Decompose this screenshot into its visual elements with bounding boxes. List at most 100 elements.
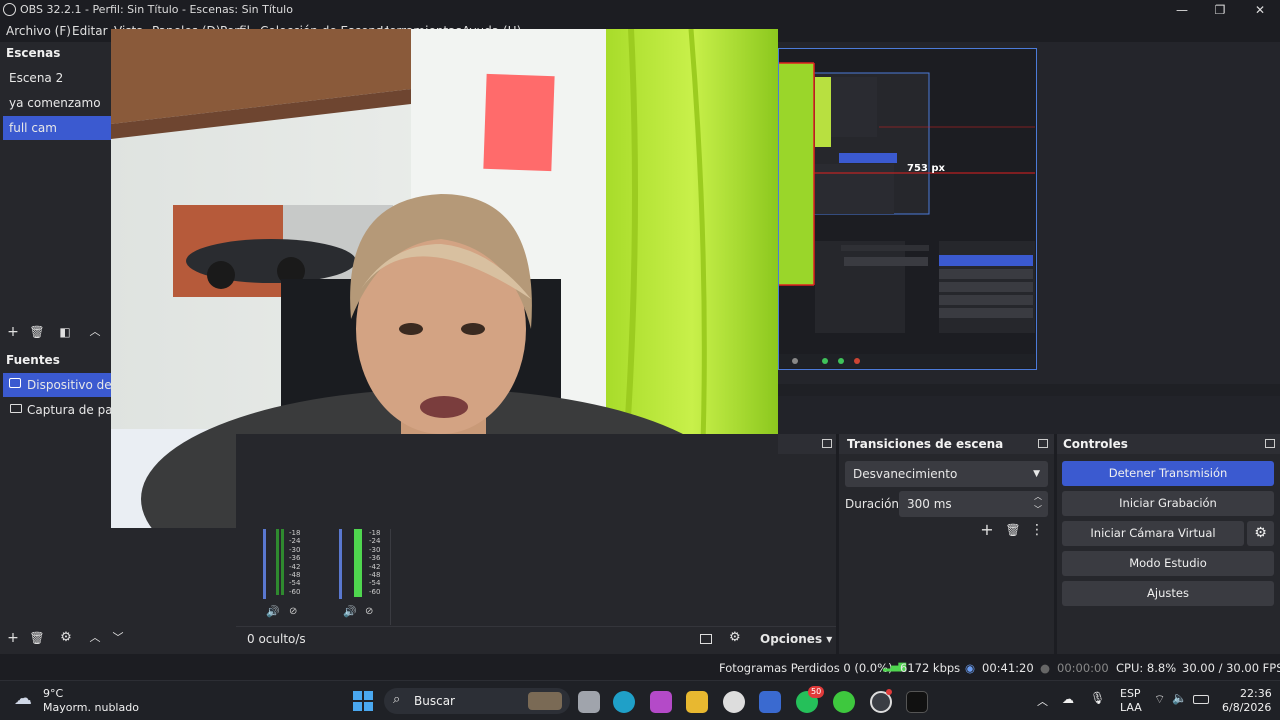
virtualcam-settings-gear-icon[interactable]: ⚙ [1247, 521, 1274, 546]
settings-button[interactable]: Ajustes [1062, 581, 1274, 606]
remove-source-icon[interactable]: 🗑 [28, 629, 46, 647]
close-button[interactable]: ✕ [1240, 0, 1280, 20]
start-virtualcam-button[interactable]: Iniciar Cámara Virtual [1062, 521, 1244, 546]
dock-tab-bar [778, 396, 1280, 434]
mixer-footer: 0 oculto/s ⚙ Opciones ▾ [236, 626, 836, 652]
edge-browser-icon[interactable] [613, 691, 635, 713]
scenes-dock: Escenas Escena 2 ya comenzamo full cam +… [0, 42, 111, 348]
cpu-usage: CPU: 8.8% [1116, 661, 1177, 675]
transitions-title: Transiciones de escena [847, 437, 1004, 451]
volume-icon[interactable]: 🔊 [343, 605, 357, 618]
status-bar: Fotogramas Perdidos 0 (0.0%) ▂▄▆ 6172 kb… [0, 656, 1280, 680]
line-app-icon[interactable] [833, 691, 855, 713]
windows-taskbar: ☁ 9°C Mayorm. nublado ⌕ Buscar 50 ︿ ☁ 🎙 … [0, 680, 1280, 720]
meter-channel-1-right2 [281, 529, 284, 595]
transition-menu-icon[interactable]: ⋮ [1028, 521, 1046, 539]
search-placeholder: Buscar [414, 694, 455, 708]
meter-channel-1-right [276, 529, 279, 595]
sources-title: Fuentes [6, 353, 60, 367]
audio-settings-icon[interactable]: ⊘ [289, 606, 297, 617]
speaker-icon[interactable]: 🔈 [1172, 691, 1187, 705]
tray-chevron-up-icon[interactable]: ︿ [1037, 693, 1048, 709]
meter-channel-1-left [263, 529, 266, 599]
mixer-options-button[interactable]: Opciones ▾ [760, 632, 832, 646]
task-view-icon[interactable] [578, 691, 600, 713]
mixer-undock-icon[interactable] [822, 439, 832, 448]
add-transition-icon[interactable]: + [978, 521, 996, 539]
scene-item-escena-2[interactable]: Escena 2 [0, 66, 111, 90]
dropped-frames: Fotogramas Perdidos 0 (0.0%) [719, 661, 893, 675]
volume-icon[interactable]: 🔊 [266, 605, 280, 618]
studio-mode-button[interactable]: Modo Estudio [1062, 551, 1274, 576]
scene-item-full-cam[interactable]: full cam [3, 116, 111, 140]
mixer-advanced-icon[interactable]: ⚙ [729, 630, 741, 645]
mixer-layout-icon[interactable] [700, 634, 712, 644]
onedrive-cloud-icon[interactable]: ☁ [1062, 692, 1074, 706]
record-time: 00:00:00 [1057, 661, 1109, 675]
sources-dock: Fuentes Dispositivo de captura de vídeo … [0, 348, 111, 528]
recording-dot-icon [886, 689, 892, 695]
transitions-undock-icon[interactable] [1038, 439, 1048, 448]
source-label: Captura de pantalla [27, 403, 111, 417]
stop-stream-button[interactable]: Detener Transmisión [1062, 461, 1274, 486]
maximize-button[interactable]: ❐ [1200, 0, 1240, 20]
source-properties-icon[interactable]: ⚙ [57, 629, 75, 647]
copilot-icon[interactable] [650, 691, 672, 713]
add-source-icon[interactable]: + [4, 629, 22, 647]
minimize-button[interactable]: — [1162, 0, 1202, 20]
move-scene-up-icon[interactable]: ︿ [86, 323, 104, 341]
obs-logo-icon [3, 3, 16, 16]
tiktok-icon[interactable] [906, 691, 928, 713]
clock-date[interactable]: 6/8/2026 [1222, 701, 1271, 714]
microphone-icon[interactable]: 🎙 [1090, 691, 1105, 705]
move-source-down-icon[interactable]: ﹀ [109, 629, 127, 647]
source-label: Dispositivo de captura de vídeo [27, 378, 111, 392]
transition-select[interactable]: Desvanecimiento ▼ [845, 461, 1048, 487]
move-source-up-icon[interactable]: ︿ [86, 629, 104, 647]
record-status-icon: ● [1040, 661, 1051, 675]
measure-label: 753 px [907, 163, 946, 174]
meter-ticks-1: -18 -24 -30 -36 -42 -48 -54 -60 [289, 529, 301, 596]
language-bottom[interactable]: LAA [1120, 701, 1142, 714]
weather-desc[interactable]: Mayorm. nublado [43, 701, 139, 714]
battery-icon[interactable] [1193, 695, 1209, 704]
fps: 30.00 / 30.00 FPS [1182, 661, 1280, 675]
screen-capture-preview[interactable]: 753 px [778, 48, 1037, 370]
audio-settings-icon[interactable]: ⊘ [365, 606, 373, 617]
menu-archivo[interactable]: Archivo (F) [6, 24, 71, 38]
add-scene-icon[interactable]: + [4, 323, 22, 341]
scene-item-ya-comenzamo[interactable]: ya comenzamo [0, 91, 111, 115]
stream-time: 00:41:20 [982, 661, 1034, 675]
weather-temp[interactable]: 9°C [43, 687, 63, 700]
spin-down-icon[interactable]: ﹀ [1034, 497, 1042, 523]
menu-editar[interactable]: Editar [72, 24, 108, 38]
weather-cloud-icon[interactable]: ☁ [14, 688, 32, 709]
windows-start-icon[interactable] [353, 691, 373, 711]
audio-meters: -18 -24 -30 -36 -42 -48 -54 -60 -18 -24 -30 -36 -42… [236, 529, 392, 625]
transition-selected-value: Desvanecimiento [853, 467, 958, 481]
search-highlight-image [528, 692, 562, 710]
hidden-count-label: 0 oculto/s [247, 632, 306, 646]
transitions-header: Transiciones de escena [839, 434, 1054, 454]
file-explorer-icon[interactable] [686, 691, 708, 713]
channel-divider [390, 529, 391, 625]
wifi-icon[interactable]: ⌔ [1154, 692, 1165, 707]
clock-time[interactable]: 22:36 [1240, 687, 1272, 700]
remove-scene-icon[interactable]: 🗑 [28, 323, 46, 341]
mixer-header [778, 434, 836, 454]
controls-title: Controles [1063, 437, 1128, 451]
microsoft-store-icon[interactable] [759, 691, 781, 713]
camera-icon [9, 378, 21, 388]
scene-filters-icon[interactable]: ◧ [56, 323, 74, 341]
chatgpt-icon[interactable] [723, 691, 745, 713]
controls-undock-icon[interactable] [1265, 439, 1275, 448]
transitions-dock: Transiciones de escena Desvanecimiento ▼… [839, 434, 1054, 654]
taskbar-search-box[interactable]: ⌕ Buscar [384, 688, 570, 714]
duration-input[interactable]: 300 ms ︿ ﹀ [899, 491, 1048, 517]
language-top[interactable]: ESP [1120, 687, 1141, 700]
start-recording-button[interactable]: Iniciar Grabación [1062, 491, 1274, 516]
controls-header: Controles [1057, 434, 1280, 454]
meter-channel-2-left [339, 529, 342, 599]
remove-transition-icon[interactable]: 🗑 [1004, 521, 1022, 539]
window-title: OBS 32.2.1 - Perfil: Sin Título - Escena… [20, 3, 293, 16]
